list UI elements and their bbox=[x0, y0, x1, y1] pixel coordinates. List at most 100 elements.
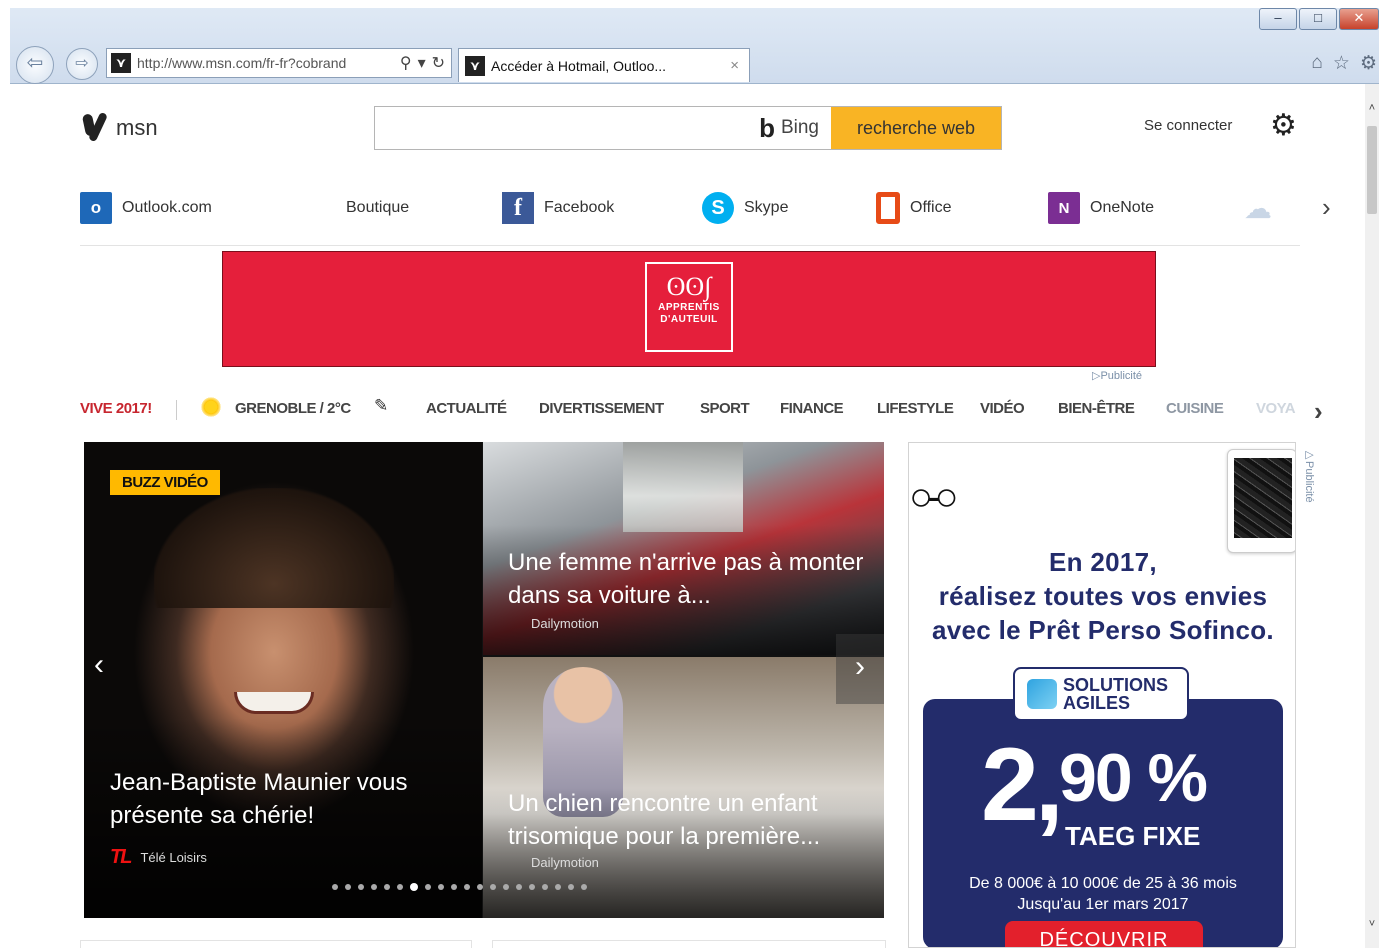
signin-link[interactable]: Se connecter bbox=[1144, 117, 1232, 134]
carousel-dot[interactable] bbox=[451, 884, 457, 890]
nav-item-divertissement[interactable]: DIVERTISSEMENT bbox=[539, 400, 664, 417]
carousel-dot[interactable] bbox=[438, 884, 444, 890]
facebook-icon: f bbox=[502, 192, 534, 224]
carousel-dot[interactable] bbox=[371, 884, 377, 890]
solutions-agiles-logo: SOLUTIONS AGILES bbox=[1013, 667, 1189, 721]
settings-gear-icon[interactable]: ⚙ bbox=[1270, 108, 1297, 143]
app-link-onedrive[interactable]: ☁ bbox=[1244, 192, 1272, 225]
app-link-outlook[interactable]: o Outlook.com bbox=[80, 192, 212, 224]
app-label: Boutique bbox=[346, 199, 410, 216]
search-input[interactable] bbox=[375, 107, 760, 149]
bing-label: Bing bbox=[780, 117, 819, 138]
hero-title[interactable]: Jean-Baptiste Maunier vous présente sa c… bbox=[110, 766, 470, 832]
nav-item-video[interactable]: VIDÉO bbox=[980, 400, 1025, 417]
msn-butterfly-icon bbox=[82, 110, 108, 146]
tab-active[interactable]: ⋎ Accéder à Hotmail, Outloo... × bbox=[458, 48, 750, 82]
discover-button[interactable]: DÉCOUVRIR bbox=[1005, 921, 1203, 947]
app-link-office[interactable]: Office bbox=[876, 192, 952, 224]
dropdown-icon[interactable]: ▾ bbox=[418, 53, 426, 73]
cloud-icon: ☁ bbox=[1244, 193, 1272, 224]
address-bar[interactable]: ⋎ http://www.msn.com/fr-fr?cobrand ⚲ ▾ ↻ bbox=[106, 48, 452, 78]
carousel-dot[interactable] bbox=[358, 884, 364, 890]
story-card[interactable]: Une femme n'arrive pas à monter dans sa … bbox=[483, 442, 884, 655]
gear-icon[interactable]: ⚙ bbox=[1360, 52, 1377, 75]
nav-item-vive-2017[interactable]: VIVE 2017! bbox=[80, 400, 152, 417]
story-title[interactable]: Un chien rencontre un enfant trisomique … bbox=[508, 787, 868, 853]
bing-brand: b Bing bbox=[759, 107, 831, 149]
carousel-dots bbox=[332, 883, 587, 891]
carousel-dot[interactable] bbox=[542, 884, 548, 890]
office-icon bbox=[876, 192, 900, 224]
star-icon[interactable]: ☆ bbox=[1333, 52, 1350, 75]
side-ad-label[interactable]: ▷Publicité bbox=[1303, 448, 1316, 503]
glasses-icon: ○-○ bbox=[909, 475, 959, 519]
sofinco-ad[interactable]: ○-○ En 2017, réalisez toutes vos envies … bbox=[908, 442, 1296, 948]
app-link-onenote[interactable]: N OneNote bbox=[1048, 192, 1154, 224]
story-title[interactable]: Une femme n'arrive pas à monter dans sa … bbox=[508, 546, 868, 612]
nav-item-actualite[interactable]: ACTUALITÉ bbox=[426, 400, 507, 417]
browser-chrome: – □ ✕ ⇦ ⇨ ⋎ http://www.msn.com/fr-fr?cob… bbox=[10, 8, 1379, 84]
nav-item-bien-etre[interactable]: BIEN-ÊTRE bbox=[1058, 400, 1135, 417]
carousel-dot[interactable] bbox=[555, 884, 561, 890]
rate-integer: 2, bbox=[981, 727, 1064, 843]
app-link-skype[interactable]: S Skype bbox=[702, 192, 788, 224]
carousel-dot[interactable] bbox=[581, 884, 587, 890]
carousel-dot[interactable] bbox=[397, 884, 403, 890]
rate-panel: 2, 90 % TAEG FIXE De 8 000€ à 10 000€ de… bbox=[923, 699, 1283, 947]
back-arrow-icon: ⇦ bbox=[26, 52, 44, 74]
carousel-dot[interactable] bbox=[568, 884, 574, 890]
story-source: Dailymotion bbox=[531, 855, 599, 870]
sun-weather-icon bbox=[200, 396, 222, 418]
hero-story[interactable]: BUZZ VIDÉO Jean-Baptiste Maunier vous pr… bbox=[84, 442, 482, 918]
minimize-button[interactable]: – bbox=[1259, 8, 1297, 30]
ad-label[interactable]: ▷Publicité bbox=[1092, 369, 1142, 382]
carousel-dot[interactable] bbox=[503, 884, 509, 890]
home-icon[interactable]: ⌂ bbox=[1311, 52, 1322, 75]
app-link-store[interactable]: Boutique bbox=[304, 192, 409, 224]
banner-ad[interactable]: ʘʘ∫ APPRENTIS D'AUTEUIL bbox=[222, 251, 1156, 367]
carousel-dot[interactable] bbox=[345, 884, 351, 890]
scroll-thumb[interactable] bbox=[1367, 126, 1377, 214]
app-label: Office bbox=[910, 199, 952, 216]
nav-item-finance[interactable]: FINANCE bbox=[780, 400, 844, 417]
hero-image-detail bbox=[234, 692, 314, 714]
refresh-icon[interactable]: ↻ bbox=[432, 53, 445, 73]
nav-item-sport[interactable]: SPORT bbox=[700, 400, 750, 417]
carousel-dot[interactable] bbox=[516, 884, 522, 890]
scroll-down-icon[interactable]: ˅ bbox=[1365, 918, 1379, 930]
carousel-prev-icon[interactable]: ‹ bbox=[94, 648, 104, 682]
nav-item-lifestyle[interactable]: LIFESTYLE bbox=[877, 400, 954, 417]
nav-item-voyage[interactable]: VOYA bbox=[1256, 400, 1296, 417]
story-card[interactable]: Un chien rencontre un enfant trisomique … bbox=[483, 657, 884, 918]
pencil-edit-icon[interactable]: ✎ bbox=[374, 396, 388, 416]
divider bbox=[80, 245, 1300, 246]
rate-decimal: 90 % bbox=[1059, 740, 1208, 816]
back-button[interactable]: ⇦ bbox=[16, 46, 54, 84]
nav-next-chevron-icon[interactable]: › bbox=[1314, 396, 1323, 427]
carousel-dot[interactable] bbox=[332, 884, 338, 890]
news-carousel: BUZZ VIDÉO Jean-Baptiste Maunier vous pr… bbox=[84, 442, 884, 918]
carousel-dot[interactable] bbox=[490, 884, 496, 890]
carousel-dot[interactable] bbox=[529, 884, 535, 890]
carousel-dot[interactable] bbox=[477, 884, 483, 890]
weather-location[interactable]: GRENOBLE / 2°C bbox=[235, 400, 351, 417]
search-icon[interactable]: ⚲ bbox=[400, 53, 412, 73]
app-link-facebook[interactable]: f Facebook bbox=[502, 192, 614, 224]
web-search-button[interactable]: recherche web bbox=[831, 107, 1001, 149]
tab-close-icon[interactable]: × bbox=[720, 57, 749, 74]
msn-logo[interactable]: msn bbox=[82, 110, 158, 146]
carousel-dot[interactable] bbox=[425, 884, 431, 890]
carousel-next-icon[interactable]: › bbox=[836, 634, 884, 704]
vertical-scrollbar[interactable]: ˄ ˅ bbox=[1365, 84, 1379, 948]
carousel-dot[interactable] bbox=[464, 884, 470, 890]
forward-button[interactable]: ⇨ bbox=[66, 48, 98, 80]
carousel-dot[interactable] bbox=[410, 883, 418, 891]
maximize-button[interactable]: □ bbox=[1299, 8, 1337, 30]
nav-item-cuisine[interactable]: CUISINE bbox=[1166, 400, 1224, 417]
carousel-dot[interactable] bbox=[384, 884, 390, 890]
sofinco-logo-icon bbox=[1027, 679, 1057, 709]
url-text[interactable]: http://www.msn.com/fr-fr?cobrand bbox=[137, 55, 400, 71]
apps-next-chevron-icon[interactable]: › bbox=[1322, 192, 1331, 223]
scroll-up-icon[interactable]: ˄ bbox=[1365, 102, 1379, 114]
close-window-button[interactable]: ✕ bbox=[1339, 8, 1379, 30]
